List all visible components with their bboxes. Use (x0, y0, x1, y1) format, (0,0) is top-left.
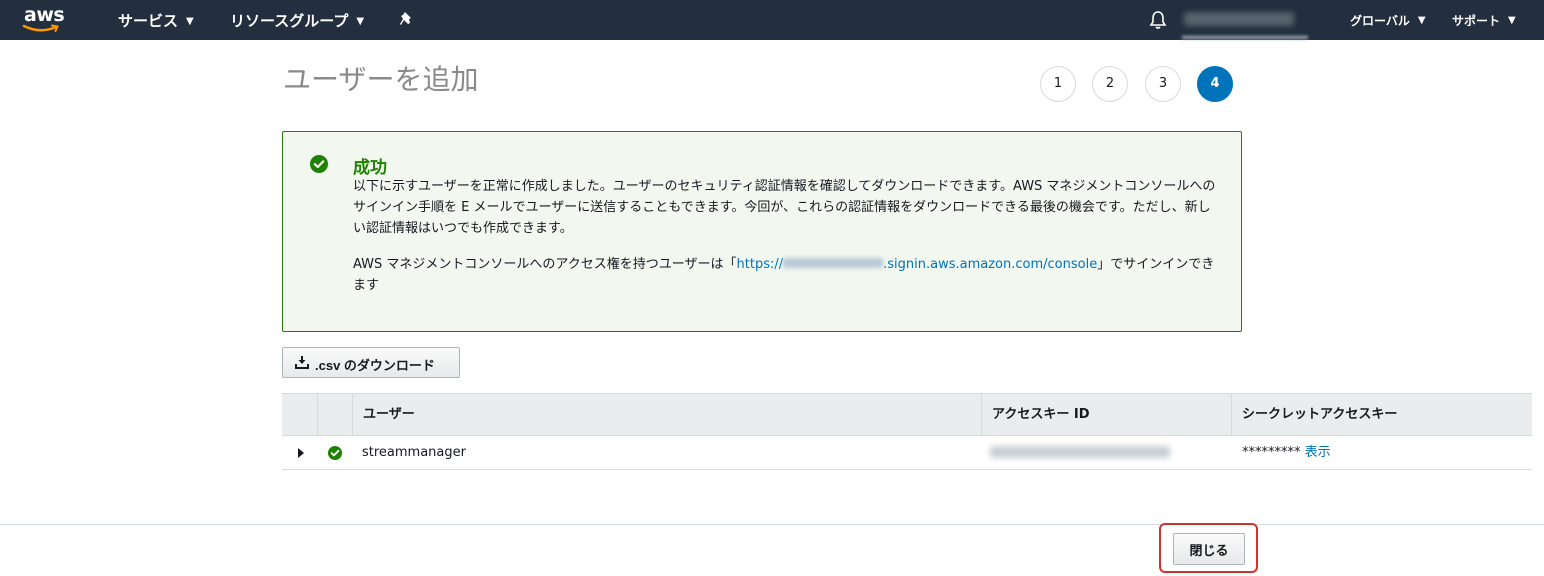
top-navbar: aws サービス ▼ リソースグループ ▼ グローバル ▼ サポート ▼ (0, 0, 1544, 40)
aws-logo[interactable]: aws (20, 4, 68, 36)
check-circle-icon (328, 446, 342, 460)
pin-icon[interactable] (398, 10, 416, 30)
download-icon (295, 356, 309, 369)
chevron-down-icon: ▼ (186, 16, 194, 27)
table-header: ユーザー アクセスキー ID シークレットアクセスキー (282, 393, 1532, 436)
account-id-redacted (783, 258, 884, 268)
success-alert: 成功 以下に示すユーザーを正常に作成しました。ユーザーのセキュリティ認証情報を確… (282, 131, 1242, 332)
chevron-down-icon: ▼ (356, 16, 365, 27)
account-name-redacted (1184, 12, 1294, 26)
column-header-user[interactable]: ユーザー (353, 394, 982, 435)
wizard-step-4: 4 (1197, 66, 1233, 102)
footer-divider (0, 524, 1544, 525)
wizard-step-2[interactable]: 2 (1092, 66, 1128, 102)
page-title: ユーザーを追加 (283, 63, 479, 96)
access-key-id-redacted (990, 446, 1170, 458)
check-circle-icon (310, 155, 328, 173)
download-csv-button[interactable]: .csv のダウンロード (282, 347, 460, 378)
aws-logo-text: aws (24, 4, 65, 26)
wizard-step-1[interactable]: 1 (1040, 66, 1076, 102)
signin-instructions: AWS マネジメントコンソールへのアクセス権を持つユーザーは「https://.… (353, 254, 1223, 296)
column-header-expand (282, 394, 318, 435)
user-name-cell: streammanager (362, 445, 466, 460)
access-key-id-cell (990, 436, 1170, 469)
resource-groups-menu-label: リソースグループ (230, 12, 349, 30)
signin-url-start: https:// (736, 257, 784, 272)
account-underline (1182, 36, 1308, 39)
signin-prefix: AWS マネジメントコンソールへのアクセス権を持つユーザーは「 (353, 257, 737, 272)
account-menu[interactable] (1184, 12, 1304, 28)
services-menu[interactable]: サービス ▼ (118, 10, 194, 31)
services-menu-label: サービス (118, 12, 179, 30)
column-header-access-key-id[interactable]: アクセスキー ID (982, 394, 1232, 435)
show-secret-link[interactable]: 表示 (1305, 445, 1331, 460)
column-header-status (318, 394, 353, 435)
table-row: streammanager ********* 表示 (282, 436, 1532, 470)
wizard-step-3[interactable]: 3 (1145, 66, 1181, 102)
resource-groups-menu[interactable]: リソースグループ ▼ (230, 10, 364, 31)
aws-smile-icon (22, 24, 59, 32)
caret-right-icon[interactable] (296, 447, 306, 459)
region-menu[interactable]: グローバル ▼ (1350, 12, 1426, 29)
alert-message: 以下に示すユーザーを正常に作成しました。ユーザーのセキュリティ認証情報を確認して… (353, 179, 1216, 236)
chevron-down-icon: ▼ (1417, 15, 1426, 26)
alert-title: 成功 (353, 158, 387, 178)
close-button[interactable]: 閉じる (1173, 533, 1245, 565)
support-menu[interactable]: サポート ▼ (1452, 12, 1516, 29)
support-menu-label: サポート (1452, 14, 1501, 28)
chevron-down-icon: ▼ (1508, 15, 1516, 26)
region-menu-label: グローバル (1350, 14, 1410, 28)
signin-url-link[interactable]: https:// .signin.aws.amazon.com/console (737, 257, 1098, 272)
download-csv-label: .csv のダウンロード (315, 358, 435, 373)
bell-icon[interactable] (1148, 10, 1168, 30)
secret-access-key-cell: ********* 表示 (1242, 436, 1331, 469)
column-header-secret-access-key[interactable]: シークレットアクセスキー (1232, 394, 1532, 435)
signin-url-end: .signin.aws.amazon.com/console (883, 257, 1098, 272)
secret-mask: ********* (1242, 445, 1301, 460)
